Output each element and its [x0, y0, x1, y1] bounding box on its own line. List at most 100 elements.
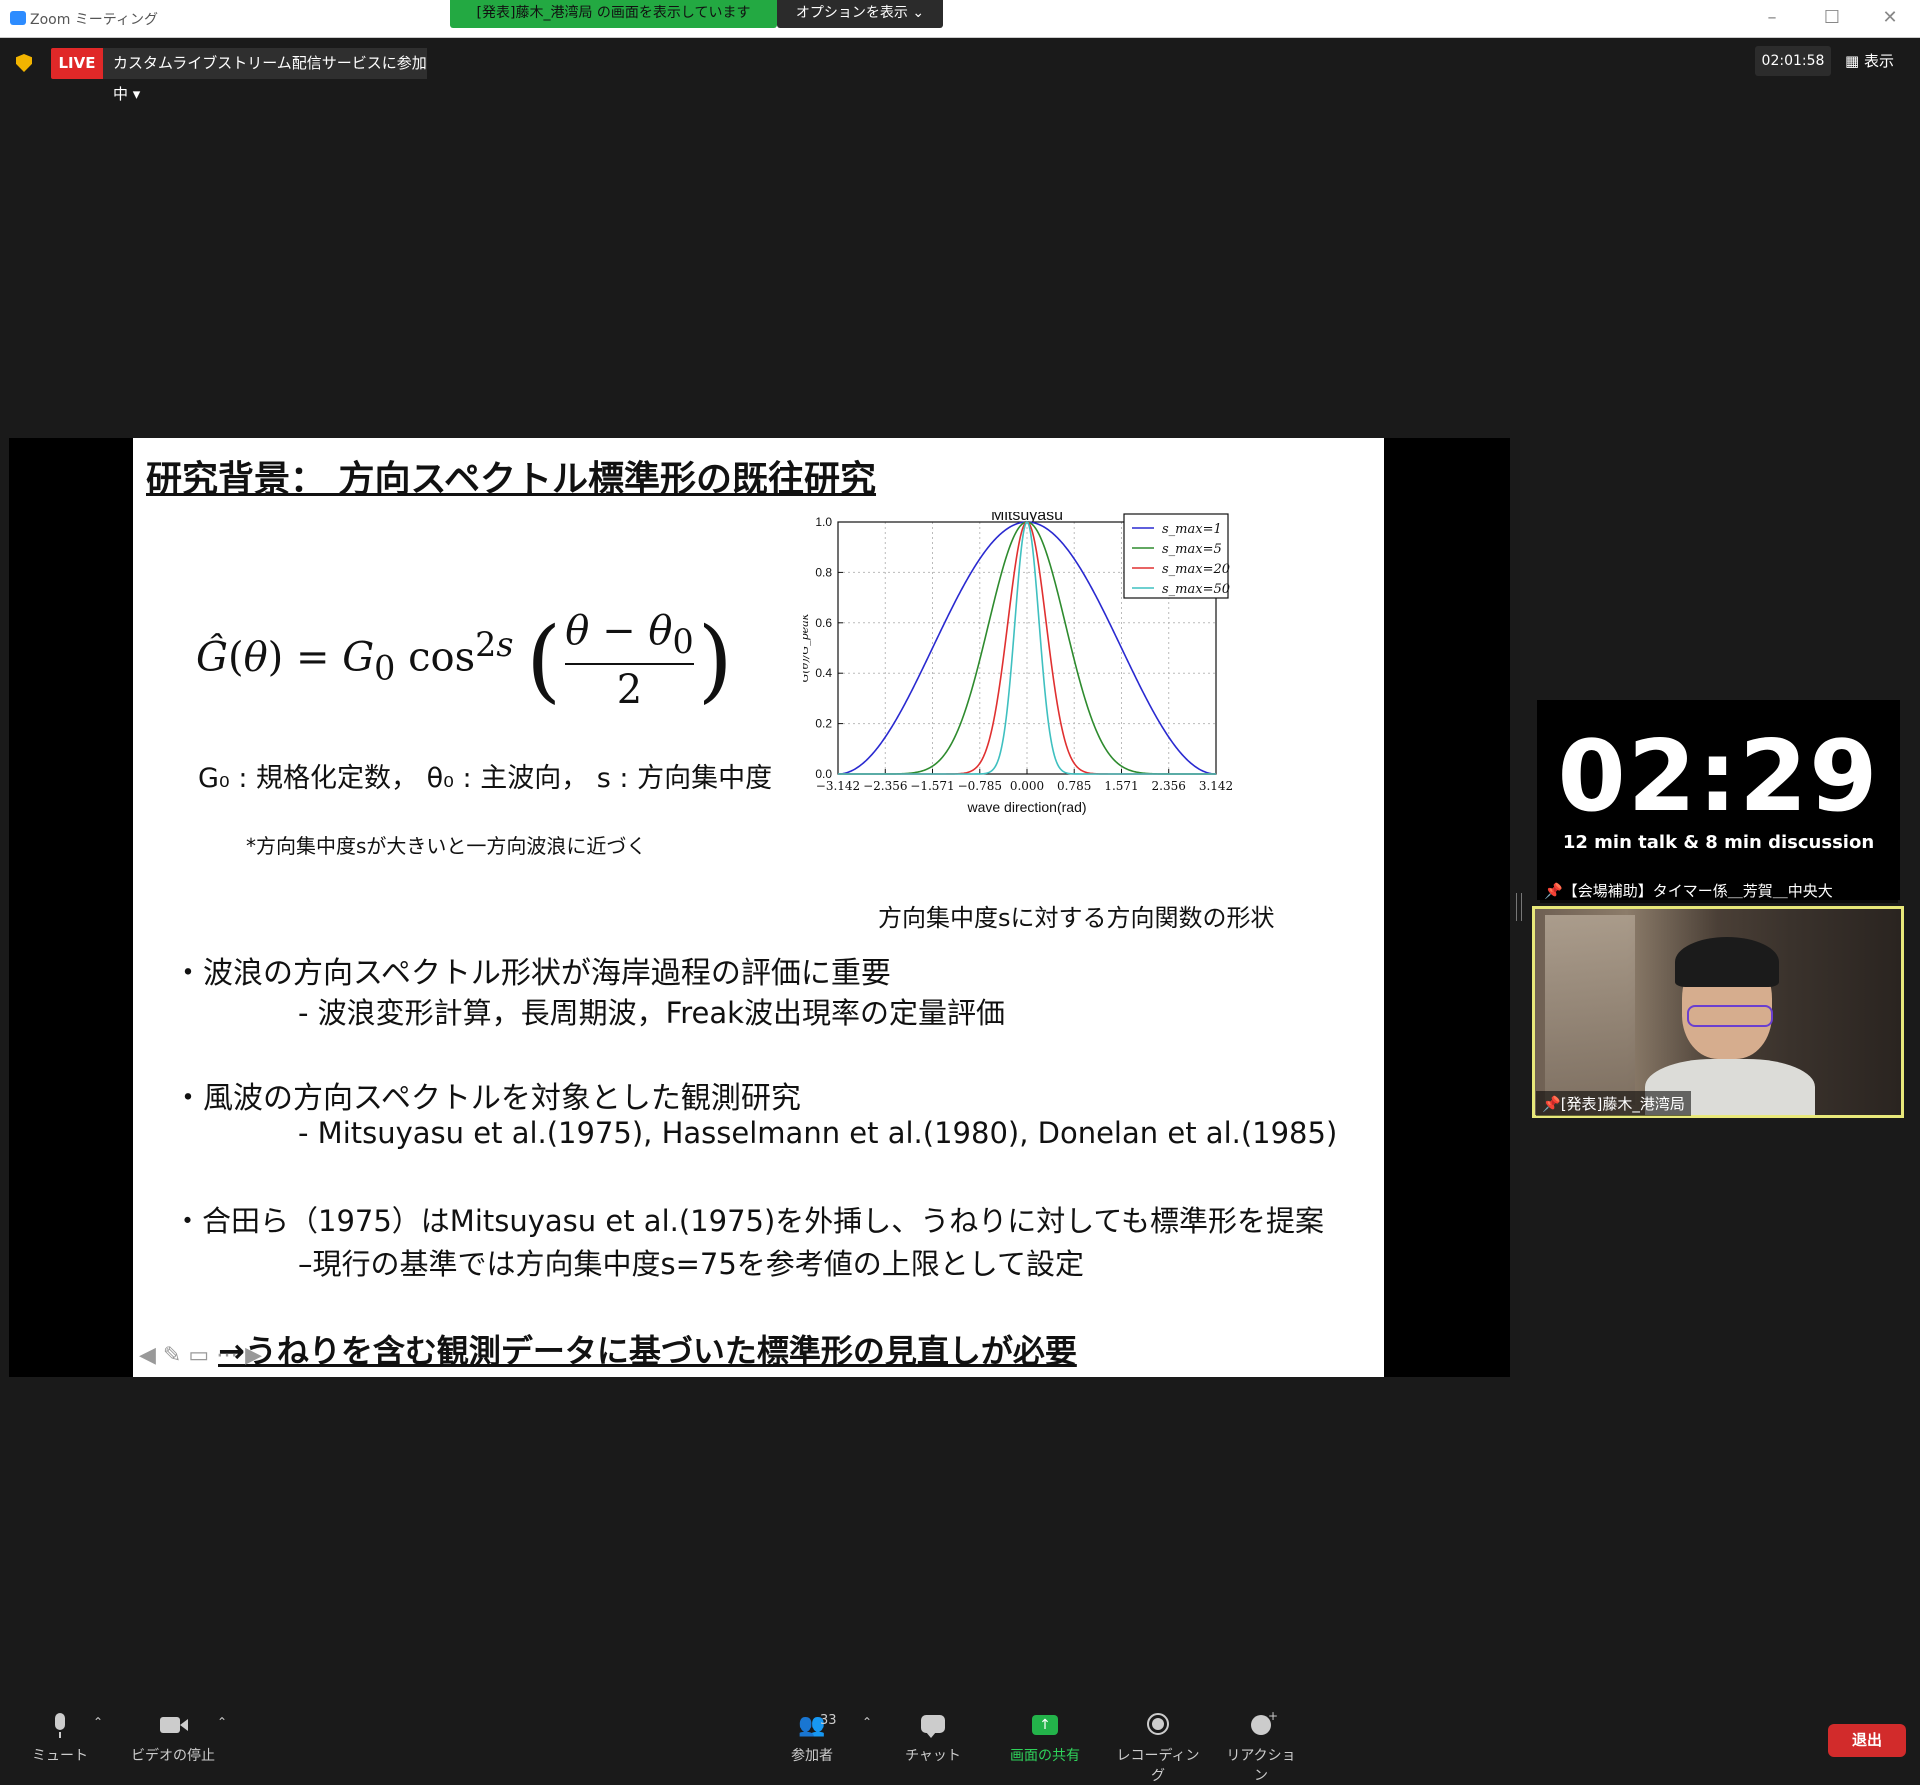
maximize-icon[interactable]: ☐ [1820, 6, 1844, 30]
emoji-icon: + [1246, 1709, 1278, 1739]
arrow-left-icon[interactable]: ◀ [139, 1343, 156, 1368]
participants-button[interactable]: 👥 33 参加者 [772, 1713, 852, 1765]
video-camera-icon [158, 1713, 188, 1739]
y-tick-label: 0.8 [815, 565, 832, 579]
grid-icon: ▦ [1845, 52, 1860, 70]
mute-label: ミュート [32, 1748, 88, 1764]
timer-participant-name: 📌【会場補助】タイマー係＿芳賀＿中央大 [1540, 878, 1898, 903]
pen-icon[interactable]: ✎ [163, 1343, 181, 1368]
y-tick-label: 0.6 [815, 616, 832, 630]
panel-resize-handle[interactable] [1516, 893, 1522, 921]
countdown-timer: 02:29 [1557, 720, 1880, 834]
y-tick-label: 0.2 [815, 717, 832, 731]
legend-label: s_max=50 [1162, 582, 1230, 597]
bullet-2-sub: - Mitsuyasu et al.(1975), Hasselmann et … [298, 1116, 1338, 1150]
slide-conclusion: →うねりを含む観測データに基づいた標準形の見直しが必要 [218, 1332, 1077, 1370]
y-tick-label: 1.0 [815, 515, 832, 529]
chart-x-axis-label: wave direction(rad) [966, 799, 1086, 815]
chart-y-axis-label: G(θ)/G_peak [803, 613, 811, 682]
live-stream-menu[interactable]: カスタムライブストリーム配信サービスに参加中 ▾ [103, 48, 427, 103]
slide-note: *方向集中度sが大きいと一方向波浪に近づく [246, 834, 647, 858]
bullet-1-sub: - 波浪変形計算，長周期波，Freak波出現率の定量評価 [298, 996, 1005, 1030]
chat-label: チャット [905, 1748, 961, 1764]
chart-caption: 方向集中度sに対する方向関数の形状 [878, 904, 1275, 932]
x-tick-label: −0.785 [958, 779, 1002, 793]
live-stream-status: カスタムライブストリーム配信サービスに参加中 [113, 54, 427, 103]
x-tick-label: 0.785 [1057, 779, 1091, 793]
x-tick-label: 2.356 [1152, 779, 1186, 793]
y-tick-label: 0.0 [815, 767, 832, 781]
meeting-toolbar: ミュート ⌃ ビデオの停止 ⌃ 👥 33 参加者 ⌃ チャット ↑ 画面の共有 [0, 1695, 1920, 1784]
mute-button[interactable]: ミュート [30, 1713, 90, 1765]
speaker-participant-name: 📌[発表]藤木_港湾局 [1536, 1091, 1691, 1116]
x-tick-label: −1.571 [910, 779, 954, 793]
bullet-3: ・合田ら（1975）はMitsuyasu et al.(1975)を外挿し、うね… [173, 1204, 1324, 1238]
legend-label: s_max=5 [1162, 542, 1222, 557]
share-screen-button[interactable]: ↑ 画面の共有 [1000, 1713, 1090, 1765]
video-options-caret-icon[interactable]: ⌃ [217, 1715, 227, 1729]
slides-icon[interactable]: ▭ [188, 1343, 209, 1368]
video-label: ビデオの停止 [131, 1748, 215, 1764]
legend-label: s_max=1 [1162, 522, 1222, 537]
presentation-slide: 研究背景： 方向スペクトル標準形の既往研究 Ĝ(θ) = G0 cos2s (θ… [133, 438, 1384, 1377]
background-door [1545, 915, 1635, 1105]
caret-down-icon: ▾ [132, 85, 141, 103]
symbol-definitions: G₀ : 規格化定数， θ₀ : 主波向， s : 方向集中度 [198, 763, 773, 794]
slide-title: 研究背景： 方向スペクトル標準形の既往研究 [146, 459, 877, 500]
slide-annotation-tools[interactable]: ◀ ✎ ▭ ⋯ ▶ [139, 1343, 262, 1368]
legend-label: s_max=20 [1162, 562, 1230, 577]
participants-caret-icon[interactable]: ⌃ [862, 1715, 872, 1729]
speaker-video-tile[interactable] [1532, 906, 1904, 1118]
directional-function-formula: Ĝ(θ) = G0 cos2s (θ − θ0 2) [196, 608, 733, 713]
minimize-icon[interactable]: – [1760, 6, 1784, 30]
zoom-app-icon [10, 11, 26, 25]
bullet-3-sub: –現行の基準では方向集中度s=75を参考値の上限として設定 [298, 1247, 1084, 1281]
view-options-button[interactable]: オプションを表示 ⌄ [777, 0, 943, 28]
reaction-button[interactable]: + リアクション [1222, 1709, 1300, 1785]
meeting-timer: 02:01:58 [1755, 46, 1831, 76]
x-tick-label: −2.356 [863, 779, 907, 793]
stop-video-button[interactable]: ビデオの停止 [128, 1713, 218, 1765]
view-button[interactable]: ▦ 表示 [1845, 46, 1905, 76]
audio-options-caret-icon[interactable]: ⌃ [93, 1715, 103, 1729]
chat-button[interactable]: チャット [898, 1713, 968, 1765]
screen-share-banner: [発表]藤木_港湾局 の画面を表示しています [450, 0, 777, 28]
chevron-down-icon: ⌄ [912, 5, 925, 21]
x-tick-label: −3.142 [816, 779, 860, 793]
microphone-icon [45, 1713, 75, 1739]
y-tick-label: 0.4 [815, 666, 832, 680]
participants-icon: 👥 33 [798, 1713, 837, 1738]
chart-legend: s_max=1 s_max=5 s_max=20 s_max=50 [1123, 513, 1230, 599]
window-titlebar: Zoom ミーティング [発表]藤木_港湾局 の画面を表示しています オプション… [0, 0, 1920, 38]
timer-participant-label: 【会場補助】タイマー係＿芳賀＿中央大 [1562, 882, 1833, 900]
more-icon[interactable]: ⋯ [216, 1343, 238, 1368]
close-icon[interactable]: ✕ [1878, 6, 1902, 30]
arrow-right-icon[interactable]: ▶ [245, 1343, 262, 1368]
recording-button[interactable]: レコーディング [1112, 1713, 1204, 1785]
pin-icon: 📌 [1544, 882, 1563, 900]
speaker-hair [1675, 937, 1779, 987]
live-badge: LIVE [51, 48, 103, 79]
chat-bubble-icon [918, 1713, 948, 1739]
bullet-1: ・波浪の方向スペクトル形状が海岸過程の評価に重要 [173, 956, 891, 991]
speaker-glasses [1687, 1005, 1773, 1027]
directional-function-chart: Mitsuyasu −3.142 −2.356 −1.571 −0.785 0.000 0… [803, 512, 1233, 815]
x-tick-label: 1.571 [1104, 779, 1138, 793]
leave-meeting-button[interactable]: 退出 [1828, 1724, 1906, 1757]
participants-count: 33 [820, 1713, 837, 1728]
x-tick-label: 3.142 [1199, 779, 1233, 793]
share-screen-icon: ↑ [1030, 1713, 1060, 1739]
security-shield-icon[interactable] [16, 54, 32, 72]
record-icon [1143, 1713, 1173, 1739]
recording-label: レコーディング [1116, 1748, 1200, 1784]
bullet-2: ・風波の方向スペクトルを対象とした観測研究 [173, 1081, 801, 1116]
view-options-label: オプションを表示 [795, 5, 908, 21]
pin-icon: 📌 [1542, 1095, 1561, 1113]
timer-video-tile[interactable]: 02:29 12 min talk & 8 min discussion [1537, 700, 1900, 900]
reaction-label: リアクション [1226, 1748, 1296, 1784]
view-label: 表示 [1863, 52, 1894, 70]
participants-label: 参加者 [791, 1748, 833, 1764]
timer-subtitle: 12 min talk & 8 min discussion [1562, 832, 1875, 853]
window-title: Zoom ミーティング [30, 12, 158, 28]
x-tick-label: 0.000 [1010, 779, 1044, 793]
